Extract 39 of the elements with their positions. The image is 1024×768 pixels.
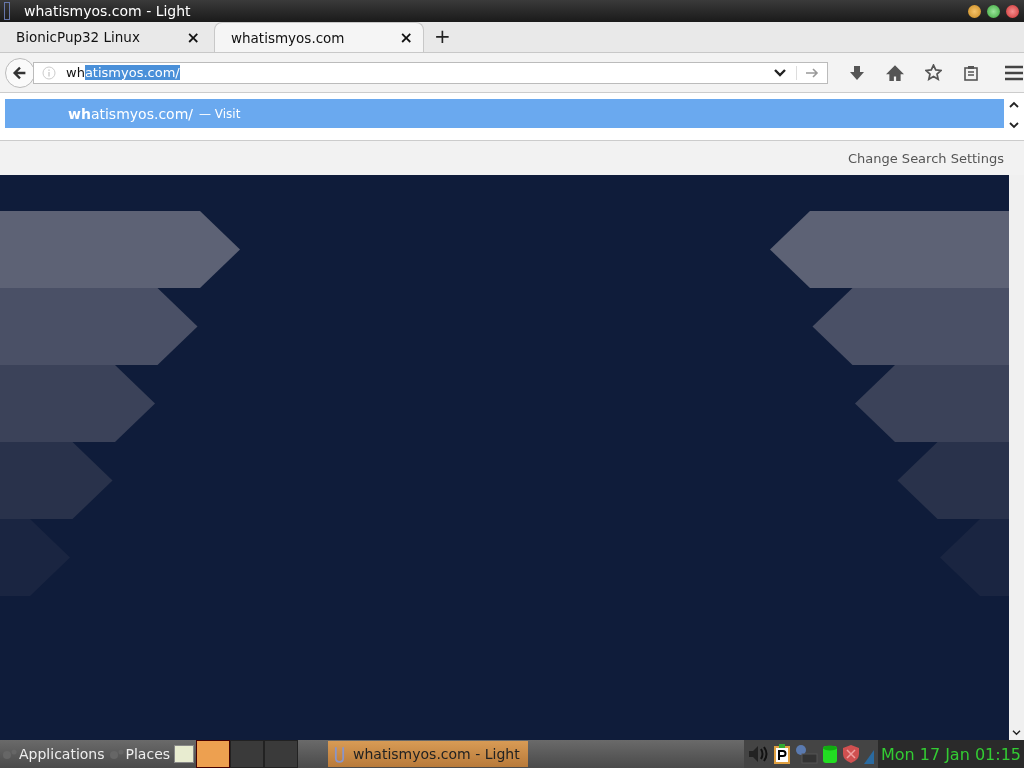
suggestion-action: — Visit: [199, 106, 241, 121]
suggestion-url: whatismyos.com/: [68, 105, 193, 122]
star-icon[interactable]: [925, 64, 942, 81]
close-tab-button[interactable]: ×: [395, 28, 417, 47]
clipboard-icon[interactable]: [963, 64, 979, 81]
shield-icon[interactable]: [841, 744, 860, 764]
scroll-down-icon[interactable]: [1009, 121, 1019, 129]
notepad-icon[interactable]: [174, 745, 195, 763]
close-tab-button[interactable]: ×: [182, 27, 204, 47]
address-field[interactable]: whatismyos.com/: [33, 61, 828, 84]
url-text: whatismyos.com/: [66, 65, 181, 80]
menu-button[interactable]: Applications: [0, 746, 107, 762]
menu-icon[interactable]: [1005, 64, 1023, 81]
scrollbar[interactable]: [1009, 175, 1024, 740]
tab-label: whatismyos.com: [231, 29, 346, 46]
back-button[interactable]: [5, 57, 35, 88]
dropdown-icon[interactable]: [774, 66, 786, 79]
download-icon[interactable]: [849, 64, 865, 81]
app-icon: [334, 745, 346, 763]
minimize-button[interactable]: [968, 4, 981, 18]
change-search-settings-link[interactable]: Change Search Settings: [847, 150, 1004, 166]
task-button[interactable]: whatismyos.com - Light: [328, 741, 529, 767]
tab[interactable]: BionicPup32 Linux ×: [0, 22, 210, 52]
tab-label: BionicPup32 Linux: [16, 29, 141, 45]
app-icon: [4, 2, 10, 20]
window-title: whatismyos.com - Light: [24, 3, 192, 19]
drive-icon[interactable]: [821, 744, 838, 764]
scroll-down-icon[interactable]: [1012, 729, 1021, 736]
home-icon[interactable]: [886, 63, 904, 82]
tab[interactable]: whatismyos.com ×: [214, 22, 424, 52]
new-tab-button[interactable]: +: [428, 24, 457, 52]
menu-button[interactable]: Places: [106, 746, 173, 762]
clipboard-icon[interactable]: [773, 744, 790, 764]
workspace-button[interactable]: [196, 740, 231, 768]
info-icon: [42, 65, 56, 80]
close-button[interactable]: [1006, 4, 1019, 18]
clock: Mon 17 Jan 01:15: [877, 740, 1024, 768]
maximize-button[interactable]: [987, 4, 1000, 18]
scroll-up-icon[interactable]: [1009, 101, 1019, 109]
